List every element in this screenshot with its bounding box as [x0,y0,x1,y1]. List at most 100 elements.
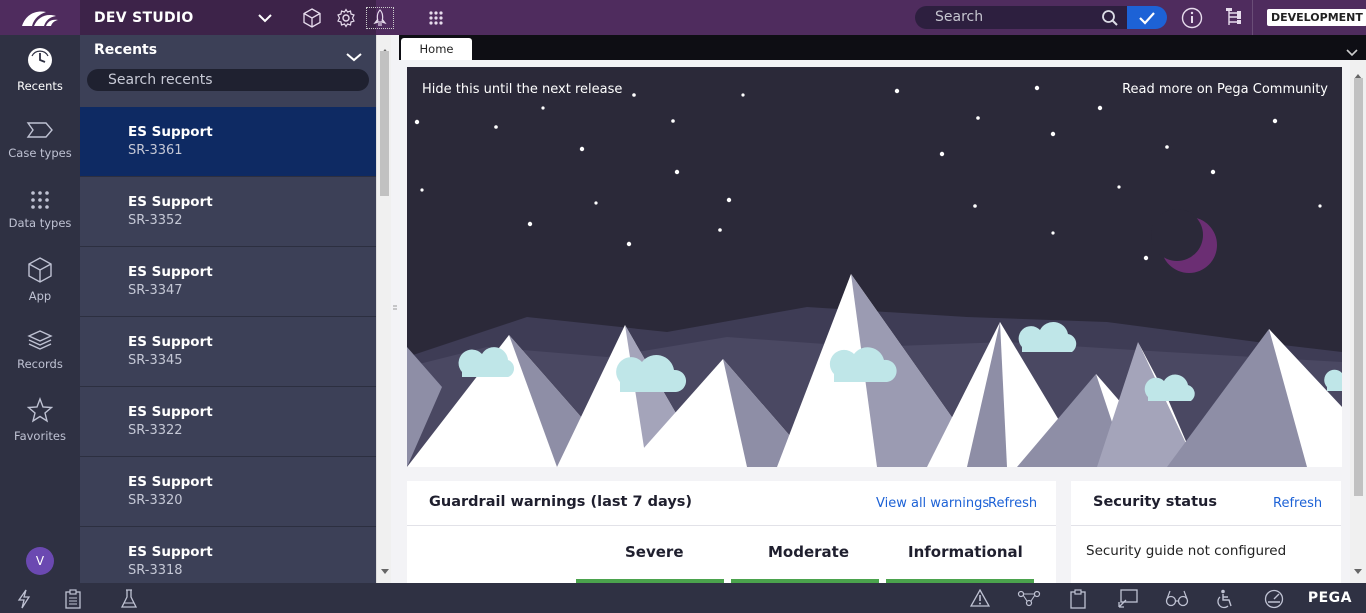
tracer-icon[interactable] [1017,589,1041,611]
hide-banner-link[interactable]: Hide this until the next release [422,82,622,97]
navigation-rail: Recents Case types Data types App Record… [0,35,80,583]
card-header: Security status Refresh [1071,481,1341,526]
pega-logo[interactable] [0,0,80,35]
rail-item-data-types[interactable]: Data types [0,175,80,245]
security-message: Security guide not configured [1086,543,1287,559]
rail-item-favorites[interactable]: Favorites [0,385,80,455]
rail-item-app[interactable]: App [0,245,80,315]
list-item[interactable]: ES Support SR-3345 [80,317,376,387]
read-more-link[interactable]: Read more on Pega Community [1122,82,1328,97]
grid-icon [429,10,443,25]
scroll-down-arrow-icon[interactable] [1354,560,1362,579]
list-item[interactable]: ES Support SR-3320 [80,457,376,527]
panel-resize-handle[interactable] [391,35,399,583]
refresh-link[interactable]: Refresh [1273,496,1322,511]
rocket-icon [373,8,387,26]
card-header: Guardrail warnings (last 7 days) View al… [407,481,1056,526]
list-item-title: ES Support [128,124,213,140]
cube-icon [28,257,52,283]
list-item[interactable]: ES Support SR-3322 [80,387,376,457]
settings-button[interactable] [329,0,363,35]
refresh-link[interactable]: Refresh [988,496,1037,511]
list-item-id: SR-3320 [128,493,183,508]
guardrail-warnings-card: Guardrail warnings (last 7 days) View al… [407,481,1056,583]
rail-item-records[interactable]: Records [0,315,80,385]
rail-item-recents[interactable]: Recents [0,35,80,105]
mountain-night-illustration [407,85,1342,467]
document-tabs: Home [399,35,1366,60]
rail-label: Favorites [14,429,66,443]
bottom-toolbar: PEGA [0,583,1366,613]
scroll-down-arrow-icon[interactable] [381,560,389,579]
recents-panel: Recents Search recents ES Support SR-336… [80,35,376,583]
performance-icon[interactable] [1264,589,1284,613]
search-submit-button[interactable] [1127,6,1167,29]
hierarchy-icon [1226,8,1241,25]
layers-icon [27,330,53,350]
clipboard-icon[interactable] [64,589,82,613]
list-item-title: ES Support [128,334,213,350]
pega-logo-icon [22,11,58,26]
list-item-title: ES Support [128,474,213,490]
launcher-grid-button[interactable] [419,0,453,35]
informational-column-header: Informational [908,543,1023,561]
chevron-down-icon[interactable] [1346,42,1358,61]
pega-brand: PEGA [1307,590,1352,606]
tab-home[interactable]: Home [401,38,472,60]
search-input[interactable]: Search [915,6,1127,29]
gear-icon [337,7,355,28]
app-explorer-button[interactable] [295,0,329,35]
view-all-warnings-link[interactable]: View all warnings [876,496,989,511]
severe-column-header: Severe [625,543,684,561]
scrollbar-thumb[interactable] [1354,78,1363,496]
recents-header: Recents [80,35,376,65]
list-item[interactable]: ES Support SR-3361 [80,107,376,177]
security-status-card: Security status Refresh Security guide n… [1071,481,1341,583]
rail-label: App [28,289,52,303]
global-search: Search [915,6,1167,29]
home-dashboard: Hide this until the next release Read mo… [399,60,1350,583]
search-placeholder: Search [935,9,984,25]
grid-dots-icon [31,191,49,209]
environment-label: DEVELOPMENT [1267,9,1366,26]
list-item-id: SR-3347 [128,283,183,298]
top-bar: DEV STUDIO Search DEVELOPMENT [0,0,1366,35]
clock-icon [28,48,52,72]
rail-label: Data types [8,216,72,230]
list-item[interactable]: ES Support SR-3318 [80,527,376,583]
star-icon [27,397,53,423]
chevron-down-icon[interactable] [346,43,362,73]
chevron-down-icon [258,11,272,27]
launch-button[interactable] [366,6,394,29]
list-item-title: ES Support [128,264,213,280]
warning-icon[interactable] [969,588,991,611]
lightning-icon[interactable] [16,589,32,613]
list-item[interactable]: ES Support SR-3352 [80,177,376,247]
hierarchy-button[interactable] [1224,7,1244,31]
live-ui-icon[interactable] [1117,589,1139,613]
search-icon[interactable] [1101,9,1119,35]
checkmark-icon [1139,11,1155,25]
case-type-icon [26,122,53,138]
rail-item-case-types[interactable]: Case types [0,105,80,175]
flask-icon[interactable] [120,589,138,613]
recents-scrollbar[interactable] [376,35,391,583]
info-icon [1181,7,1203,29]
release-banner: Hide this until the next release Read mo… [407,67,1342,467]
accessibility-icon[interactable] [1214,589,1236,613]
main-scrollbar[interactable] [1350,60,1366,583]
list-item-id: SR-3361 [128,143,183,158]
card-title: Guardrail warnings (last 7 days) [429,494,693,510]
list-item-title: ES Support [128,404,213,420]
info-button[interactable] [1181,7,1203,33]
list-item[interactable]: ES Support SR-3347 [80,247,376,317]
clipboard-tool-icon[interactable] [1070,589,1086,613]
recents-search-input[interactable]: Search recents [87,69,369,91]
cube-icon [303,7,321,28]
glasses-icon[interactable] [1165,589,1189,611]
scrollbar-thumb[interactable] [380,51,389,196]
avatar[interactable]: V [26,547,54,575]
rail-label: Records [17,357,63,371]
list-item-id: SR-3345 [128,353,183,368]
rail-label: Recents [17,79,63,93]
